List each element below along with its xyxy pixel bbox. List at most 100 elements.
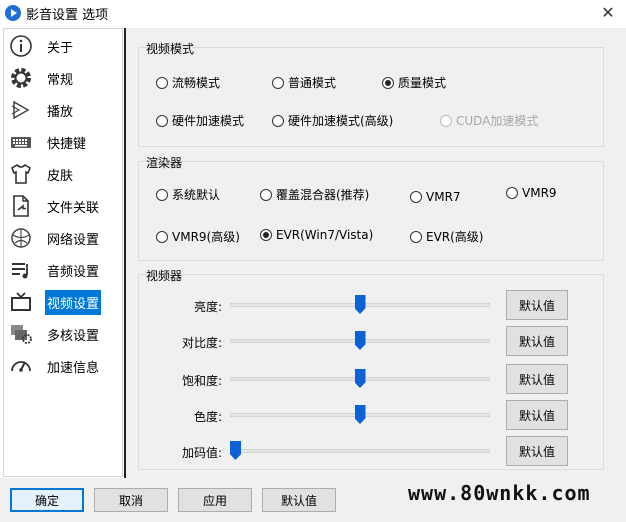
radio-dot — [260, 188, 272, 201]
radio-evr-win7[interactable]: EVR(Win7/Vista) — [260, 228, 373, 242]
file-link-icon — [7, 192, 35, 220]
shirt-icon — [7, 160, 35, 188]
sidebar-item-label: 常规 — [47, 72, 74, 88]
radio-label: VMR9 — [522, 186, 557, 200]
close-button[interactable]: ✕ — [590, 0, 626, 26]
audio-icon — [7, 256, 35, 284]
sidebar-item-skin[interactable]: 皮肤 — [7, 159, 121, 189]
app-logo-icon — [5, 5, 21, 21]
sidebar-item-playback[interactable]: 播放 — [7, 95, 121, 125]
radio-quality-mode[interactable]: 质量模式 — [382, 74, 446, 91]
radio-dot — [382, 76, 394, 89]
sidebar-item-label: 文件关联 — [47, 200, 100, 216]
radio-dot — [410, 191, 422, 203]
reset-button-contrast[interactable]: 默认值 — [506, 326, 568, 356]
video-adjust-title: 视频器 — [146, 269, 183, 283]
sidebar-item-label: 多核设置 — [47, 328, 100, 344]
radio-label: 流畅模式 — [172, 76, 221, 90]
radio-dot — [156, 188, 168, 201]
gear-icon — [7, 64, 35, 92]
sidebar-item-label: 网络设置 — [47, 232, 100, 248]
tv-icon — [7, 288, 35, 316]
default-button[interactable]: 默认值 — [262, 488, 336, 512]
radio-evr-advanced[interactable]: EVR(高级) — [410, 228, 484, 245]
renderer-group — [138, 161, 604, 261]
radio-vmr7[interactable]: VMR7 — [410, 190, 461, 204]
sidebar-item-general[interactable]: 常规 — [7, 63, 121, 93]
slider-track-gain[interactable] — [230, 449, 490, 453]
radio-dot — [272, 114, 284, 127]
sidebar-item-network[interactable]: 网络设置 — [7, 223, 121, 253]
radio-label: 质量模式 — [398, 76, 447, 90]
radio-dot — [156, 230, 168, 243]
sidebar-item-label: 视频设置 — [45, 289, 102, 315]
radio-smooth-mode[interactable]: 流畅模式 — [156, 74, 220, 91]
radio-label: 硬件加速模式(高级) — [288, 114, 394, 128]
window-title: 影音设置 选项 — [26, 8, 109, 23]
slider-label-brightness: 亮度: — [193, 300, 222, 314]
speedometer-icon — [7, 352, 35, 380]
renderer-title: 渲染器 — [146, 156, 183, 170]
sidebar-item-label: 皮肤 — [47, 168, 74, 184]
video-mode-title: 视频模式 — [146, 42, 195, 56]
radio-label: 普通模式 — [288, 76, 337, 90]
radio-system-default[interactable]: 系统默认 — [156, 186, 220, 203]
radio-normal-mode[interactable]: 普通模式 — [272, 74, 336, 91]
cancel-button[interactable]: 取消 — [94, 488, 168, 512]
network-icon — [7, 224, 35, 252]
radio-dot — [156, 76, 168, 89]
radio-label: 系统默认 — [172, 188, 221, 202]
info-icon — [7, 32, 35, 60]
radio-label: 覆盖混合器(推荐) — [276, 188, 370, 202]
radio-vmr9[interactable]: VMR9 — [506, 186, 557, 200]
sidebar-item-label: 播放 — [47, 104, 74, 120]
radio-label: VMR9(高级) — [172, 230, 240, 244]
reset-button-hue[interactable]: 默认值 — [506, 400, 568, 430]
sidebar-item-video[interactable]: 视频设置 — [7, 287, 121, 317]
radio-label: 硬件加速模式 — [172, 114, 245, 128]
reset-button-brightness[interactable]: 默认值 — [506, 290, 568, 320]
radio-label: VMR7 — [426, 190, 461, 204]
radio-dot — [260, 229, 272, 241]
radio-hw-accel-advanced[interactable]: 硬件加速模式(高级) — [272, 112, 393, 129]
slider-label-contrast: 对比度: — [181, 336, 222, 350]
ok-button[interactable]: 确定 — [10, 488, 84, 512]
reset-button-gain[interactable]: 默认值 — [506, 436, 568, 466]
bottom-bar: 确定 取消 应用 默认值 www.80wnkk.com — [0, 478, 626, 522]
multicore-icon — [7, 320, 35, 348]
radio-dot — [156, 114, 168, 127]
sidebar-item-audio[interactable]: 音频设置 — [7, 255, 121, 285]
title-bar: 影音设置 选项 ✕ — [0, 0, 626, 26]
sidebar-item-label: 关于 — [47, 40, 74, 56]
radio-vmr9-advanced[interactable]: VMR9(高级) — [156, 228, 240, 245]
reset-button-saturation[interactable]: 默认值 — [506, 364, 568, 394]
slider-label-saturation: 饱和度: — [181, 374, 222, 388]
sidebar-item-label: 加速信息 — [47, 360, 100, 376]
apply-button[interactable]: 应用 — [178, 488, 252, 512]
radio-hw-accel-mode[interactable]: 硬件加速模式 — [156, 112, 244, 129]
sidebar: 关于 常规 播放 快捷键 皮肤 文件关联 网络设置 音频设置 视频设置 多核设置… — [3, 28, 123, 477]
radio-cuda-mode: CUDA加速模式 — [440, 112, 538, 129]
radio-dot — [506, 187, 518, 199]
radio-label: EVR(高级) — [426, 230, 484, 244]
radio-label: CUDA加速模式 — [456, 114, 539, 128]
play-icon — [7, 96, 35, 124]
radio-dot — [440, 114, 452, 127]
video-settings-panel: 视频模式 流畅模式 普通模式 质量模式 硬件加速模式 硬件加速模式(高级) CU… — [126, 28, 626, 478]
sidebar-item-hotkeys[interactable]: 快捷键 — [7, 127, 121, 157]
sidebar-item-label: 快捷键 — [47, 136, 87, 152]
sidebar-item-about[interactable]: 关于 — [7, 31, 121, 61]
radio-dot — [410, 230, 422, 243]
video-mode-group — [138, 47, 604, 147]
radio-dot — [272, 76, 284, 89]
slider-label-hue: 色度: — [193, 410, 222, 424]
radio-overlay-mixer[interactable]: 覆盖混合器(推荐) — [260, 186, 369, 203]
radio-label: EVR(Win7/Vista) — [276, 228, 374, 242]
sidebar-item-label: 音频设置 — [47, 264, 100, 280]
keyboard-icon — [7, 128, 35, 156]
watermark: www.80wnkk.com — [408, 481, 591, 505]
sidebar-item-file-assoc[interactable]: 文件关联 — [7, 191, 121, 221]
slider-label-gain: 加码值: — [181, 446, 222, 460]
sidebar-item-accel-info[interactable]: 加速信息 — [7, 351, 121, 381]
sidebar-item-multicore[interactable]: 多核设置 — [7, 319, 121, 349]
